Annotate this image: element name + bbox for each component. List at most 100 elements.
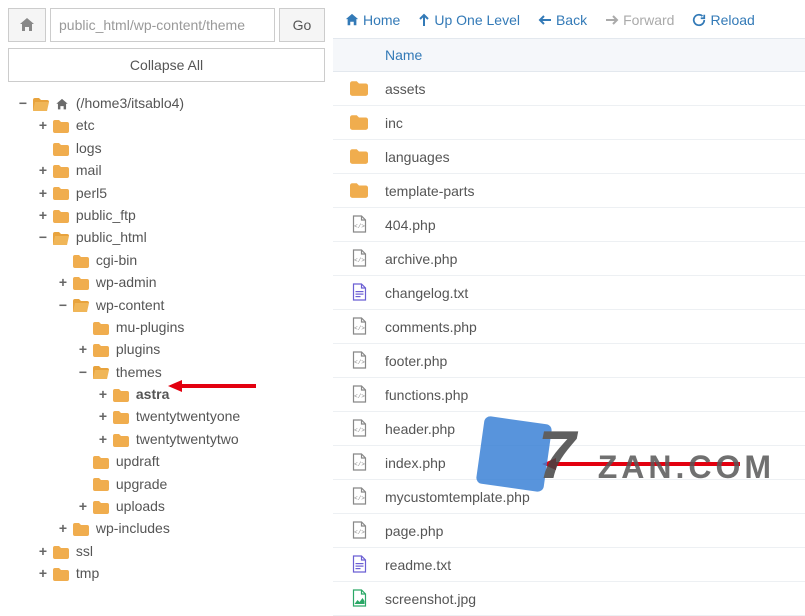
- tree-item-updraft[interactable]: updraft: [116, 453, 160, 469]
- folder-icon: [93, 478, 109, 491]
- tree-item-wp-admin[interactable]: wp-admin: [96, 274, 157, 290]
- reload-link[interactable]: Reload: [692, 12, 754, 28]
- tree-root[interactable]: (/home3/itsablo4): [76, 95, 184, 111]
- folder-icon: [113, 389, 129, 402]
- file-row[interactable]: template-parts: [333, 174, 805, 208]
- go-button[interactable]: Go: [279, 8, 325, 42]
- php-icon: </>: [333, 317, 385, 335]
- folder-icon: [333, 114, 385, 132]
- toggle-icon[interactable]: +: [36, 540, 50, 562]
- file-name: assets: [385, 81, 425, 97]
- php-icon: </>: [333, 453, 385, 471]
- home-path-button[interactable]: [8, 8, 46, 42]
- file-row[interactable]: </>index.php: [333, 446, 805, 480]
- file-name: changelog.txt: [385, 285, 468, 301]
- toggle-icon[interactable]: +: [96, 428, 110, 450]
- tree-item-wp-includes[interactable]: wp-includes: [96, 520, 170, 536]
- file-row[interactable]: screenshot.jpg: [333, 582, 805, 616]
- collapse-all-button[interactable]: Collapse All: [8, 48, 325, 82]
- folder-icon: [93, 501, 109, 514]
- tree-item-mu-plugins[interactable]: mu-plugins: [116, 319, 184, 335]
- toggle-icon[interactable]: +: [96, 383, 110, 405]
- toggle-icon[interactable]: +: [76, 338, 90, 360]
- forward-link: Forward: [605, 12, 674, 28]
- column-name[interactable]: Name: [385, 47, 422, 63]
- folder-icon: [53, 143, 69, 156]
- svg-text:</>: </>: [354, 325, 365, 332]
- toggle-icon[interactable]: −: [76, 361, 90, 383]
- folder-icon: [93, 322, 109, 335]
- tree-item-mail[interactable]: mail: [76, 162, 102, 178]
- file-row[interactable]: </>page.php: [333, 514, 805, 548]
- file-row[interactable]: </>comments.php: [333, 310, 805, 344]
- toggle-icon[interactable]: +: [36, 204, 50, 226]
- txt-icon: [333, 283, 385, 301]
- tree-item-tw22[interactable]: twentytwentytwo: [136, 431, 239, 447]
- svg-text:</>: </>: [354, 427, 365, 434]
- tree-item-tw21[interactable]: twentytwentyone: [136, 408, 240, 424]
- toggle-icon[interactable]: +: [96, 405, 110, 427]
- toggle-icon[interactable]: −: [56, 294, 70, 316]
- tree-item-etc[interactable]: etc: [76, 117, 95, 133]
- tree-item-uploads[interactable]: uploads: [116, 498, 165, 514]
- toggle-icon[interactable]: +: [36, 562, 50, 584]
- file-name: inc: [385, 115, 403, 131]
- toggle-icon[interactable]: +: [36, 159, 50, 181]
- tree-item-perl5[interactable]: perl5: [76, 185, 107, 201]
- file-row[interactable]: </>404.php: [333, 208, 805, 242]
- file-row[interactable]: </>archive.php: [333, 242, 805, 276]
- file-name: screenshot.jpg: [385, 591, 476, 607]
- tree-item-public-html[interactable]: public_html: [76, 229, 147, 245]
- file-row[interactable]: </> header.php: [333, 412, 805, 446]
- folder-icon: [53, 546, 69, 559]
- tree-item-tmp[interactable]: tmp: [76, 565, 99, 581]
- toggle-icon[interactable]: +: [36, 114, 50, 136]
- tree-item-logs[interactable]: logs: [76, 140, 102, 156]
- folder-open-icon: [33, 98, 49, 111]
- tree-item-astra[interactable]: astra: [136, 386, 169, 402]
- toggle-icon[interactable]: +: [56, 271, 70, 293]
- tree-item-public-ftp[interactable]: public_ftp: [76, 207, 136, 223]
- folder-icon: [53, 165, 69, 178]
- file-row[interactable]: languages: [333, 140, 805, 174]
- tree-item-cgi-bin[interactable]: cgi-bin: [96, 252, 137, 268]
- back-link[interactable]: Back: [538, 12, 587, 28]
- file-row[interactable]: changelog.txt: [333, 276, 805, 310]
- tree-item-plugins[interactable]: plugins: [116, 341, 160, 357]
- toggle-icon[interactable]: −: [36, 226, 50, 248]
- up-one-level-link[interactable]: Up One Level: [418, 12, 520, 28]
- home-link[interactable]: Home: [345, 12, 400, 28]
- tree-item-themes[interactable]: themes: [116, 364, 162, 380]
- folder-icon: [53, 120, 69, 133]
- svg-text:</>: </>: [354, 461, 365, 468]
- svg-text:</>: </>: [354, 257, 365, 264]
- tree-item-wp-content[interactable]: wp-content: [96, 297, 164, 313]
- folder-icon: [333, 182, 385, 200]
- file-row[interactable]: </>functions.php: [333, 378, 805, 412]
- toggle-icon[interactable]: +: [76, 495, 90, 517]
- arrow-right-icon: [605, 14, 619, 26]
- php-icon: </>: [333, 487, 385, 505]
- path-input[interactable]: [50, 8, 275, 42]
- tree-item-ssl[interactable]: ssl: [76, 543, 93, 559]
- toggle-icon[interactable]: −: [16, 92, 30, 114]
- file-row[interactable]: assets: [333, 72, 805, 106]
- toggle-icon[interactable]: +: [36, 182, 50, 204]
- folder-icon: [93, 344, 109, 357]
- reload-icon: [692, 13, 706, 27]
- folder-icon: [73, 277, 89, 290]
- folder-icon: [53, 210, 69, 223]
- file-row[interactable]: </>mycustomtemplate.php: [333, 480, 805, 514]
- folder-icon: [73, 523, 89, 536]
- home-icon: [345, 13, 359, 27]
- toggle-icon[interactable]: +: [56, 517, 70, 539]
- file-list: assets inc languagestemplate-parts</>404.p…: [333, 72, 805, 616]
- tree-item-upgrade[interactable]: upgrade: [116, 476, 167, 492]
- arrow-left-icon: [538, 14, 552, 26]
- php-icon: </>: [333, 385, 385, 403]
- file-row[interactable]: </>footer.php: [333, 344, 805, 378]
- img-icon: [333, 589, 385, 607]
- home-icon: [55, 98, 69, 111]
- file-row[interactable]: inc: [333, 106, 805, 140]
- file-name: header.php: [385, 421, 455, 437]
